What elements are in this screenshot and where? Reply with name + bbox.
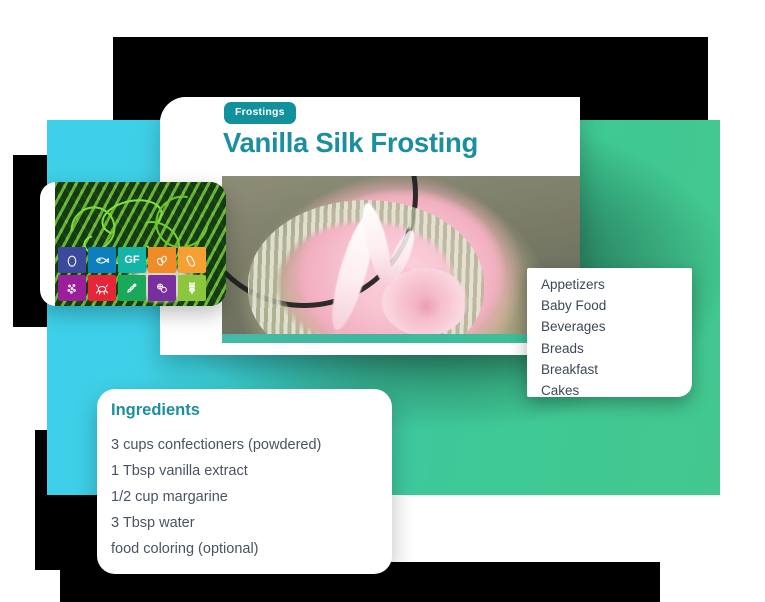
screenshot-stage: Frostings Vanilla Silk Frosting GF Appet… [0, 0, 765, 602]
thumbnail-card[interactable]: GF [40, 182, 226, 306]
sesame-icon [58, 275, 86, 301]
ingredients-card: Ingredients 3 cups confectioners (powder… [97, 389, 392, 574]
molluscs-icon [148, 275, 176, 301]
recipe-title: Vanilla Silk Frosting [223, 127, 479, 158]
soy-icon [118, 275, 146, 301]
tree-nuts-icon [148, 247, 176, 273]
ingredient-item: 3 cups confectioners (powdered) [111, 437, 322, 453]
wheat-icon [178, 275, 206, 301]
ingredient-item: 1 Tbsp vanilla extract [111, 463, 248, 479]
ingredient-item: food coloring (optional) [111, 541, 259, 557]
ingredients-heading: Ingredients [111, 401, 200, 419]
recipe-category-badge[interactable]: Frostings [224, 102, 296, 124]
frosting-rosette-core [412, 294, 440, 318]
ingredient-item: 1/2 cup margarine [111, 489, 228, 505]
dropdown-item[interactable]: Beverages [541, 316, 692, 337]
crustacean-icon [88, 275, 116, 301]
gluten-free-icon: GF [118, 247, 146, 273]
category-dropdown-menu[interactable]: Appetizers Baby Food Beverages Breads Breakf… [527, 268, 692, 397]
dropdown-item[interactable]: Breads [541, 338, 692, 359]
dropdown-item[interactable]: Cakes [541, 380, 692, 397]
ingredients-list: 3 cups confectioners (powdered) 1 Tbsp va… [111, 432, 376, 562]
allergen-icon-grid: GF [58, 247, 206, 301]
dropdown-item[interactable]: Appetizers [541, 274, 692, 295]
fish-icon [88, 247, 116, 273]
dropdown-item[interactable]: Breakfast [541, 359, 692, 380]
ingredient-item: 3 Tbsp water [111, 515, 195, 531]
egg-icon [58, 247, 86, 273]
peanut-icon [178, 247, 206, 273]
dropdown-item[interactable]: Baby Food [541, 295, 692, 316]
